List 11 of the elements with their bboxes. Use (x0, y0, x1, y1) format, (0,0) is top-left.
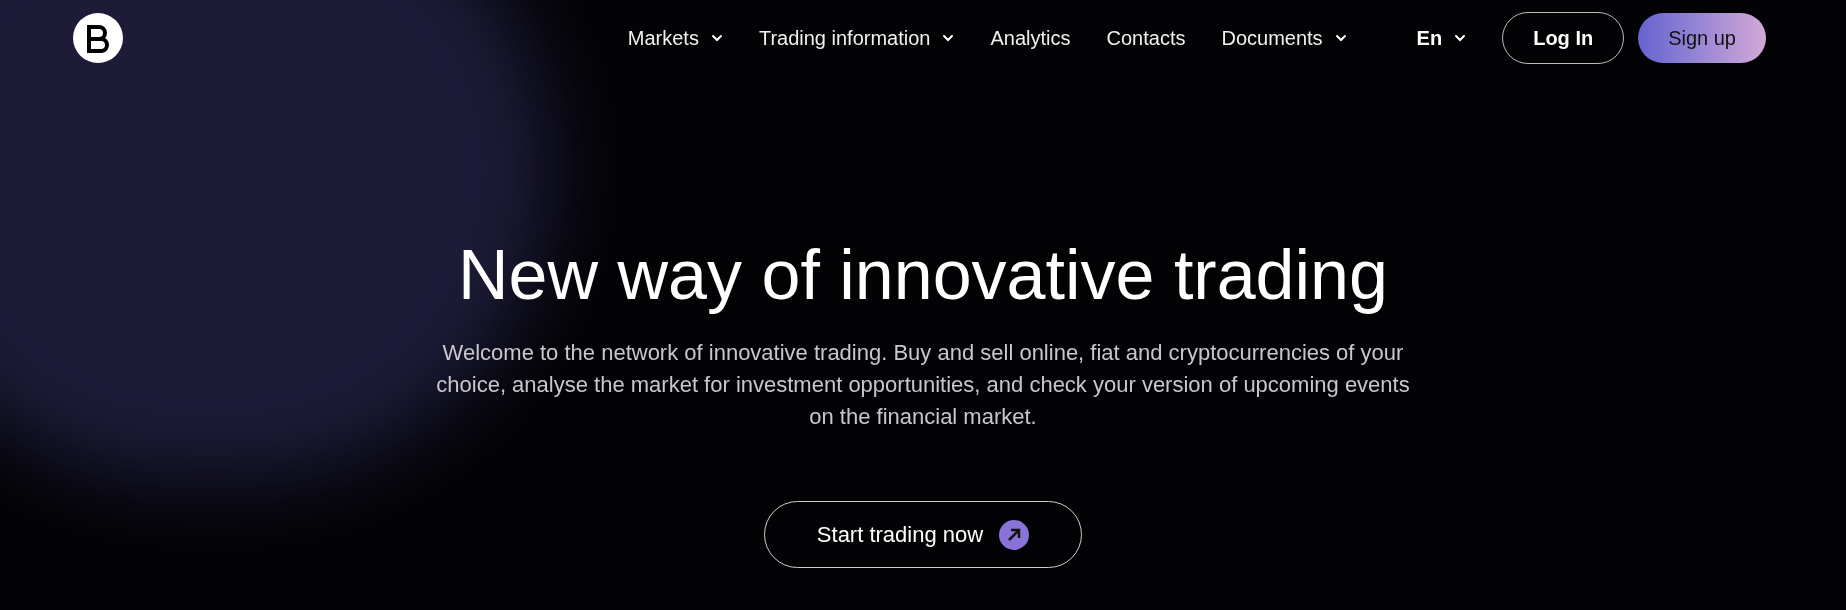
logo-icon (73, 12, 123, 63)
hero-title: New way of innovative trading (458, 235, 1388, 315)
signup-button[interactable]: Sign up (1638, 12, 1766, 63)
hero-description: Welcome to the network of innovative trading. Buy and sell online, fiat and cryptocurrencies of your choice, analyse the market for investment opportunities, and check your version of upcoming events on the financial market. (435, 339, 1411, 431)
nav-link[interactable]: Contacts (1106, 22, 1186, 53)
language-selector[interactable]: En (1416, 22, 1467, 53)
chevron-down-icon (1454, 33, 1467, 42)
nav-link[interactable]: Documents (1221, 22, 1347, 53)
nav-link[interactable]: Markets (627, 22, 723, 53)
nav-link[interactable]: Analytics (990, 22, 1071, 53)
nav-link[interactable]: Trading information (758, 22, 955, 53)
